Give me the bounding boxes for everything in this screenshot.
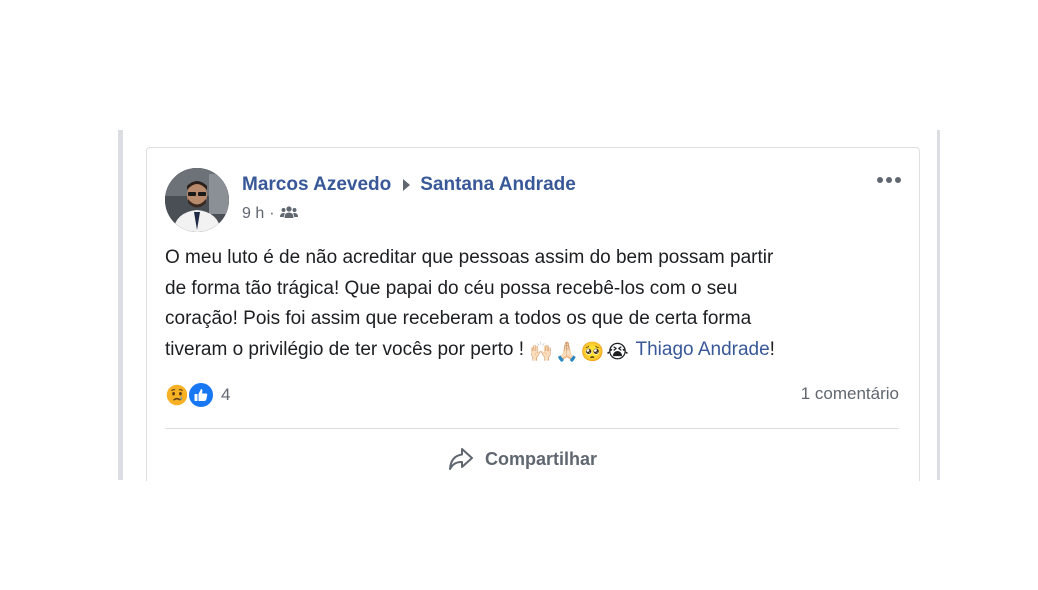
pleading-face-emoji: 🥺 — [580, 341, 605, 363]
post-text-line-last: tiveram o privilégio de ter vocês por pe… — [165, 335, 905, 369]
post-timestamp[interactable]: 9 h — [242, 205, 264, 223]
caret-right-icon — [403, 179, 411, 191]
comments-count-link[interactable]: 1 comentário — [801, 384, 899, 404]
post-header: Marcos Azevedo Santana Andrade — [242, 172, 576, 198]
author-avatar[interactable] — [165, 168, 229, 232]
share-label: Compartilhar — [485, 448, 598, 469]
meta-separator: · — [269, 205, 275, 222]
share-arrow-icon — [449, 448, 473, 470]
reaction-count[interactable]: 4 — [221, 385, 230, 405]
author-name[interactable]: Marcos Azevedo — [242, 174, 391, 196]
post-text-line: O meu luto é de não acreditar que pessoa… — [165, 247, 774, 268]
more-options-icon[interactable] — [873, 170, 905, 190]
share-button[interactable]: Compartilhar — [447, 444, 597, 474]
mention-link[interactable]: Thiago Andrade — [636, 339, 770, 360]
post-card: Marcos Azevedo Santana Andrade 9 h · O m… — [146, 147, 920, 481]
recipient-name[interactable]: Santana Andrade — [420, 174, 576, 196]
crying-face-emoji: 😭 — [606, 341, 629, 363]
like-reaction-icon — [187, 381, 215, 409]
avatar-photo — [165, 168, 229, 232]
post-text-line: tiveram o privilégio de ter vocês por pe… — [165, 338, 530, 360]
post-meta: 9 h · — [242, 204, 298, 224]
folded-hands-emoji: 🙏🏻 — [555, 341, 579, 363]
screenshot-stage: Marcos Azevedo Santana Andrade 9 h · O m… — [0, 0, 1038, 590]
post-body: O meu luto é de não acreditar que pessoa… — [165, 243, 905, 368]
mention-suffix: ! — [769, 338, 775, 360]
action-divider — [165, 428, 899, 429]
reactions-summary[interactable]: 4 — [163, 380, 230, 410]
friends-icon[interactable] — [279, 205, 298, 224]
raising-hands-emoji: 🙌🏻 — [529, 341, 554, 363]
post-text-line: coração! Pois foi assim que receberam a … — [165, 308, 752, 329]
post-text-line: de forma tão trágica! Que papai do céu p… — [165, 277, 738, 299]
